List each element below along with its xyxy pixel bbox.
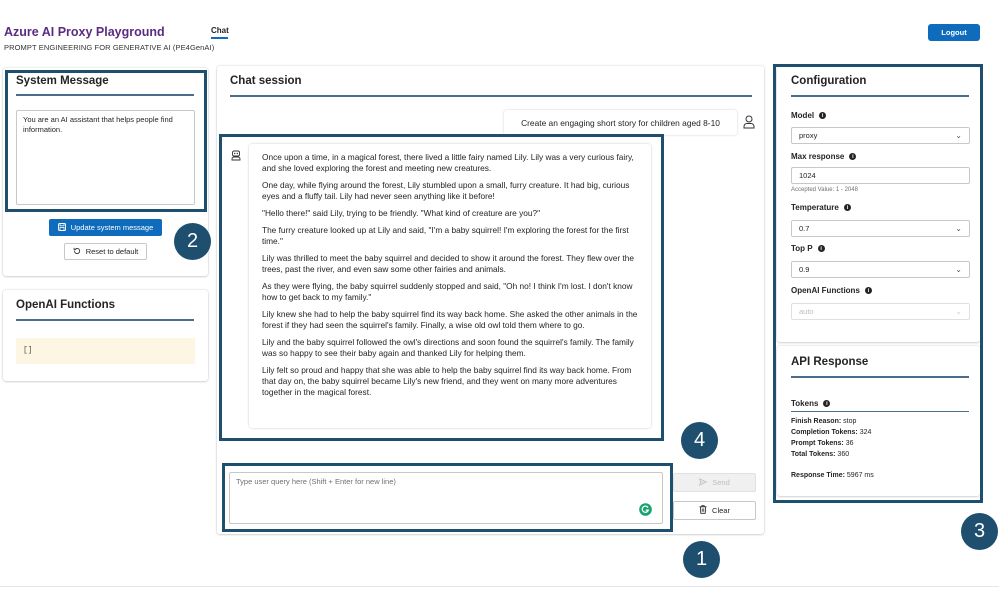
- chevron-down-icon: ⌄: [955, 131, 962, 140]
- tab-chat-indicator: [211, 37, 228, 39]
- top-p-select[interactable]: 0.9 ⌄: [791, 261, 970, 278]
- assistant-message: Once upon a time, in a magical forest, t…: [249, 144, 651, 428]
- openai-functions-select[interactable]: auto ⌄: [791, 303, 970, 320]
- app-title: Azure AI Proxy Playground: [4, 25, 165, 39]
- user-message: Create an engaging short story for child…: [504, 110, 737, 135]
- assistant-paragraph: Once upon a time, in a magical forest, t…: [262, 152, 634, 173]
- reset-to-default-button[interactable]: Reset to default: [64, 243, 147, 260]
- update-system-message-button[interactable]: Update system message: [49, 219, 162, 236]
- info-icon[interactable]: i: [849, 153, 857, 160]
- info-icon[interactable]: i: [817, 245, 825, 252]
- completion-tokens-value: 324: [859, 429, 872, 436]
- assistant-paragraph: The furry creature looked up at Lily and…: [262, 225, 629, 246]
- chat-session-title-rule: [230, 95, 752, 97]
- footer-divider: [0, 586, 999, 587]
- callout-badge-1: 1: [683, 541, 720, 578]
- functions-title-rule: [16, 319, 194, 321]
- grammarly-icon[interactable]: [639, 503, 652, 521]
- chat-session-title: Chat session: [230, 75, 302, 87]
- send-icon: [699, 477, 708, 488]
- api-response-title: API Response: [791, 356, 869, 368]
- clear-label: Clear: [712, 506, 730, 515]
- functions-code[interactable]: []: [16, 338, 195, 364]
- logout-button[interactable]: Logout: [928, 24, 980, 41]
- reset-to-default-label: Reset to default: [85, 247, 139, 256]
- tokens-rule: [791, 411, 969, 412]
- openai-functions-select-value: auto: [799, 307, 814, 316]
- top-p-label-text: Top P: [791, 244, 813, 253]
- info-icon[interactable]: i: [819, 112, 827, 119]
- model-select-value: proxy: [799, 131, 818, 140]
- api-response-title-rule: [791, 376, 969, 378]
- temperature-label-text: Temperature: [791, 203, 839, 212]
- prompt-tokens-value: 36: [845, 440, 854, 447]
- temperature-label: Temperature i: [791, 203, 851, 212]
- chevron-down-icon: ⌄: [955, 265, 962, 274]
- top-p-select-value: 0.9: [799, 265, 810, 274]
- callout-badge-2: 2: [174, 223, 211, 260]
- openai-functions-label: OpenAI Functions i: [791, 286, 872, 295]
- info-icon[interactable]: i: [864, 287, 872, 294]
- assistant-paragraph: One day, while flying around the forest,…: [262, 180, 630, 201]
- send-button[interactable]: Send: [673, 473, 756, 492]
- app-header: Azure AI Proxy Playground PROMPT ENGINEE…: [0, 0, 999, 62]
- prompt-tokens: Prompt Tokens: 36: [791, 440, 854, 447]
- configuration-title-rule: [791, 95, 969, 97]
- callout-badge-4: 4: [681, 422, 718, 459]
- completion-tokens-label: Completion Tokens:: [791, 429, 858, 436]
- model-select[interactable]: proxy ⌄: [791, 127, 970, 144]
- assistant-paragraph: Lily was thrilled to meet the baby squir…: [262, 253, 635, 274]
- temperature-select[interactable]: 0.7 ⌄: [791, 220, 970, 237]
- assistant-paragraph: "Hello there!" said Lily, trying to be f…: [262, 208, 541, 218]
- tokens-label: Tokens i: [791, 399, 831, 408]
- temperature-select-value: 0.7: [799, 224, 810, 233]
- total-tokens-value: 360: [837, 451, 850, 458]
- model-label: Model i: [791, 111, 827, 120]
- chevron-down-icon: ⌄: [955, 224, 962, 233]
- clear-button[interactable]: Clear: [673, 501, 756, 520]
- openai-functions-label-text: OpenAI Functions: [791, 286, 860, 295]
- completion-tokens: Completion Tokens: 324: [791, 429, 871, 436]
- finish-reason-label: Finish Reason:: [791, 418, 842, 425]
- tab-chat[interactable]: Chat: [211, 26, 229, 35]
- response-time-value: 5967 ms: [846, 472, 874, 479]
- total-tokens: Total Tokens: 360: [791, 451, 849, 458]
- tokens-label-text: Tokens: [791, 399, 819, 408]
- assistant-paragraph: Lily and the baby squirrel followed the …: [262, 337, 634, 358]
- system-message-input[interactable]: You are an AI assistant that helps peopl…: [16, 110, 195, 205]
- configuration-title: Configuration: [791, 75, 867, 87]
- model-label-text: Model: [791, 111, 815, 120]
- user-query-placeholder: Type user query here (Shift + Enter for …: [236, 477, 396, 486]
- info-icon[interactable]: i: [823, 400, 831, 407]
- send-label: Send: [712, 478, 730, 487]
- app-subtitle: PROMPT ENGINEERING FOR GENERATIVE AI (PE…: [4, 43, 215, 52]
- max-response-input[interactable]: 1024: [791, 167, 970, 184]
- assistant-paragraph: Lily felt so proud and happy that she wa…: [262, 365, 632, 397]
- update-system-message-label: Update system message: [70, 223, 154, 232]
- user-avatar-icon: [743, 115, 755, 134]
- reset-icon: [73, 247, 81, 257]
- top-p-label: Top P i: [791, 244, 825, 253]
- save-icon: [57, 222, 66, 233]
- finish-reason: Finish Reason: stop: [791, 418, 856, 425]
- info-icon[interactable]: i: [843, 204, 851, 211]
- assistant-paragraph: Lily knew she had to help the baby squir…: [262, 309, 638, 330]
- system-message-title: System Message: [16, 75, 109, 87]
- chevron-down-icon: ⌄: [955, 307, 962, 316]
- total-tokens-label: Total Tokens:: [791, 451, 836, 458]
- functions-title: OpenAI Functions: [16, 299, 116, 311]
- assistant-paragraph: As they were flying, the baby squirrel s…: [262, 281, 633, 302]
- max-response-hint: Accepted Value: 1 - 2048: [791, 187, 858, 193]
- response-time-label: Response Time:: [791, 472, 845, 479]
- trash-icon: [699, 505, 707, 516]
- callout-badge-3: 3: [961, 513, 998, 550]
- max-response-label: Max response i: [791, 152, 857, 161]
- max-response-label-text: Max response: [791, 152, 845, 161]
- system-message-title-rule: [16, 94, 194, 96]
- response-time: Response Time: 5967 ms: [791, 472, 874, 479]
- prompt-tokens-label: Prompt Tokens:: [791, 440, 844, 447]
- user-query-input[interactable]: Type user query here (Shift + Enter for …: [229, 472, 663, 524]
- finish-reason-value: stop: [843, 418, 857, 425]
- bot-avatar-icon: [231, 148, 241, 166]
